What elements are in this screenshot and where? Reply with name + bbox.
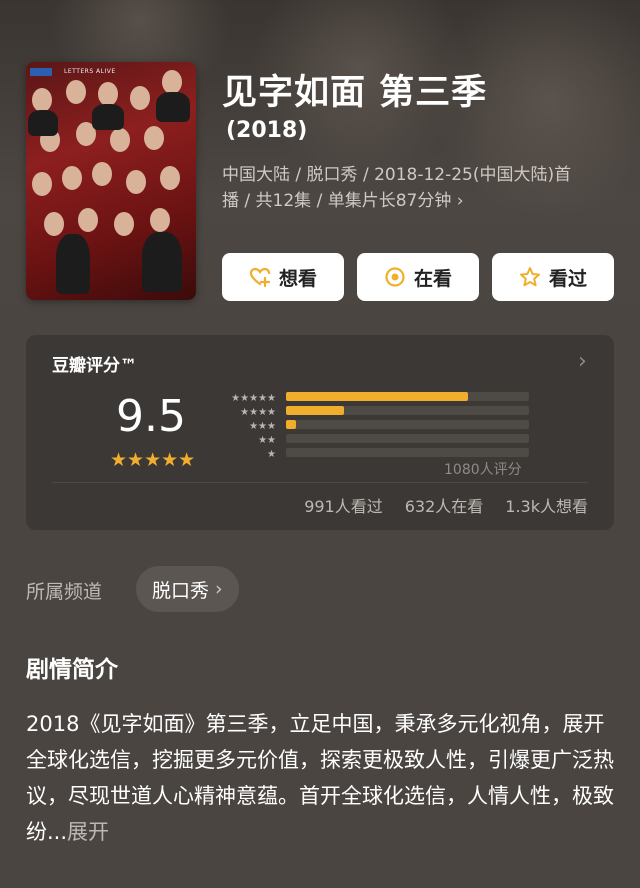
- star-outline-icon: [519, 266, 541, 288]
- watched-count[interactable]: 991人看过: [304, 493, 383, 517]
- star-label-1: ★: [267, 449, 276, 460]
- star-label-4: ★★★★: [240, 407, 276, 418]
- audience-stats: 991人看过 632人在看 1.3k人想看: [304, 493, 588, 517]
- page-title: 见字如面 第三季: [222, 73, 488, 113]
- divider: [52, 482, 588, 483]
- meta-line-1: 中国大陆 / 脱口秀 / 2018-12-25(中国大陆)首: [222, 165, 572, 185]
- channel-name: 脱口秀: [152, 579, 210, 602]
- watched-button[interactable]: 看过: [492, 253, 614, 301]
- poster-tagline: LETTERS ALIVE: [64, 68, 116, 75]
- meta-line-2: 播 / 共12集 / 单集片长87分钟: [222, 191, 452, 211]
- rating-bar-fill: [286, 420, 296, 429]
- want-label: 想看: [278, 267, 317, 290]
- watching-label: 在看: [413, 267, 452, 290]
- channel-label: 所属频道: [26, 581, 103, 603]
- rating-title: 豆瓣评分™: [52, 356, 137, 376]
- synopsis-body: 2018《见字如面》第三季，立足中国，秉承多元化视角，展开全球化选信，挖掘更多元…: [26, 712, 614, 844]
- rating-bar-4-star: [286, 406, 529, 415]
- heart-plus-icon: [249, 266, 271, 288]
- rating-count: 1080人评分: [444, 462, 522, 478]
- rating-bar-5-star: [286, 392, 529, 401]
- rating-distribution: [286, 392, 529, 462]
- want-to-watch-button[interactable]: 想看: [222, 253, 344, 301]
- star-level-labels: ★★★★★ ★★★★ ★★★ ★★ ★: [218, 392, 278, 462]
- star-label-3: ★★★: [249, 421, 276, 432]
- watching-count[interactable]: 632人在看: [405, 493, 484, 517]
- channel-logo: [30, 68, 52, 76]
- show-meta[interactable]: 中国大陆 / 脱口秀 / 2018-12-25(中国大陆)首 播 / 共12集 …: [222, 162, 614, 214]
- chevron-right-icon[interactable]: ›: [578, 349, 587, 374]
- release-year: (2018): [226, 118, 308, 143]
- star-label-2: ★★: [258, 435, 276, 446]
- rating-stars: ★★★★★: [110, 449, 196, 471]
- rating-bar-1-star: [286, 448, 529, 457]
- rating-bar-3-star: [286, 420, 529, 429]
- watching-button[interactable]: 在看: [357, 253, 479, 301]
- expand-link[interactable]: 展开: [67, 820, 109, 844]
- rating-bar-fill: [286, 392, 469, 401]
- chevron-right-icon: ›: [456, 191, 464, 211]
- synopsis-text: 2018《见字如面》第三季，立足中国，秉承多元化视角，展开全球化选信，挖掘更多元…: [26, 706, 616, 850]
- star-label-5: ★★★★★: [231, 393, 276, 404]
- rating-bar-2-star: [286, 434, 529, 443]
- target-icon: [384, 266, 406, 288]
- rating-card[interactable]: 豆瓣评分™ › 9.5 ★★★★★ ★★★★★ ★★★★ ★★★ ★★ ★ 10…: [26, 335, 614, 530]
- rating-bar-fill: [286, 406, 345, 415]
- channel-chip[interactable]: 脱口秀 ›: [136, 566, 239, 612]
- synopsis-title: 剧情简介: [26, 657, 118, 683]
- poster-image[interactable]: LETTERS ALIVE: [26, 62, 196, 300]
- watched-label: 看过: [548, 267, 587, 290]
- rating-score: 9.5: [116, 391, 186, 442]
- chevron-right-icon: ›: [215, 578, 223, 600]
- want-count[interactable]: 1.3k人想看: [505, 493, 588, 517]
